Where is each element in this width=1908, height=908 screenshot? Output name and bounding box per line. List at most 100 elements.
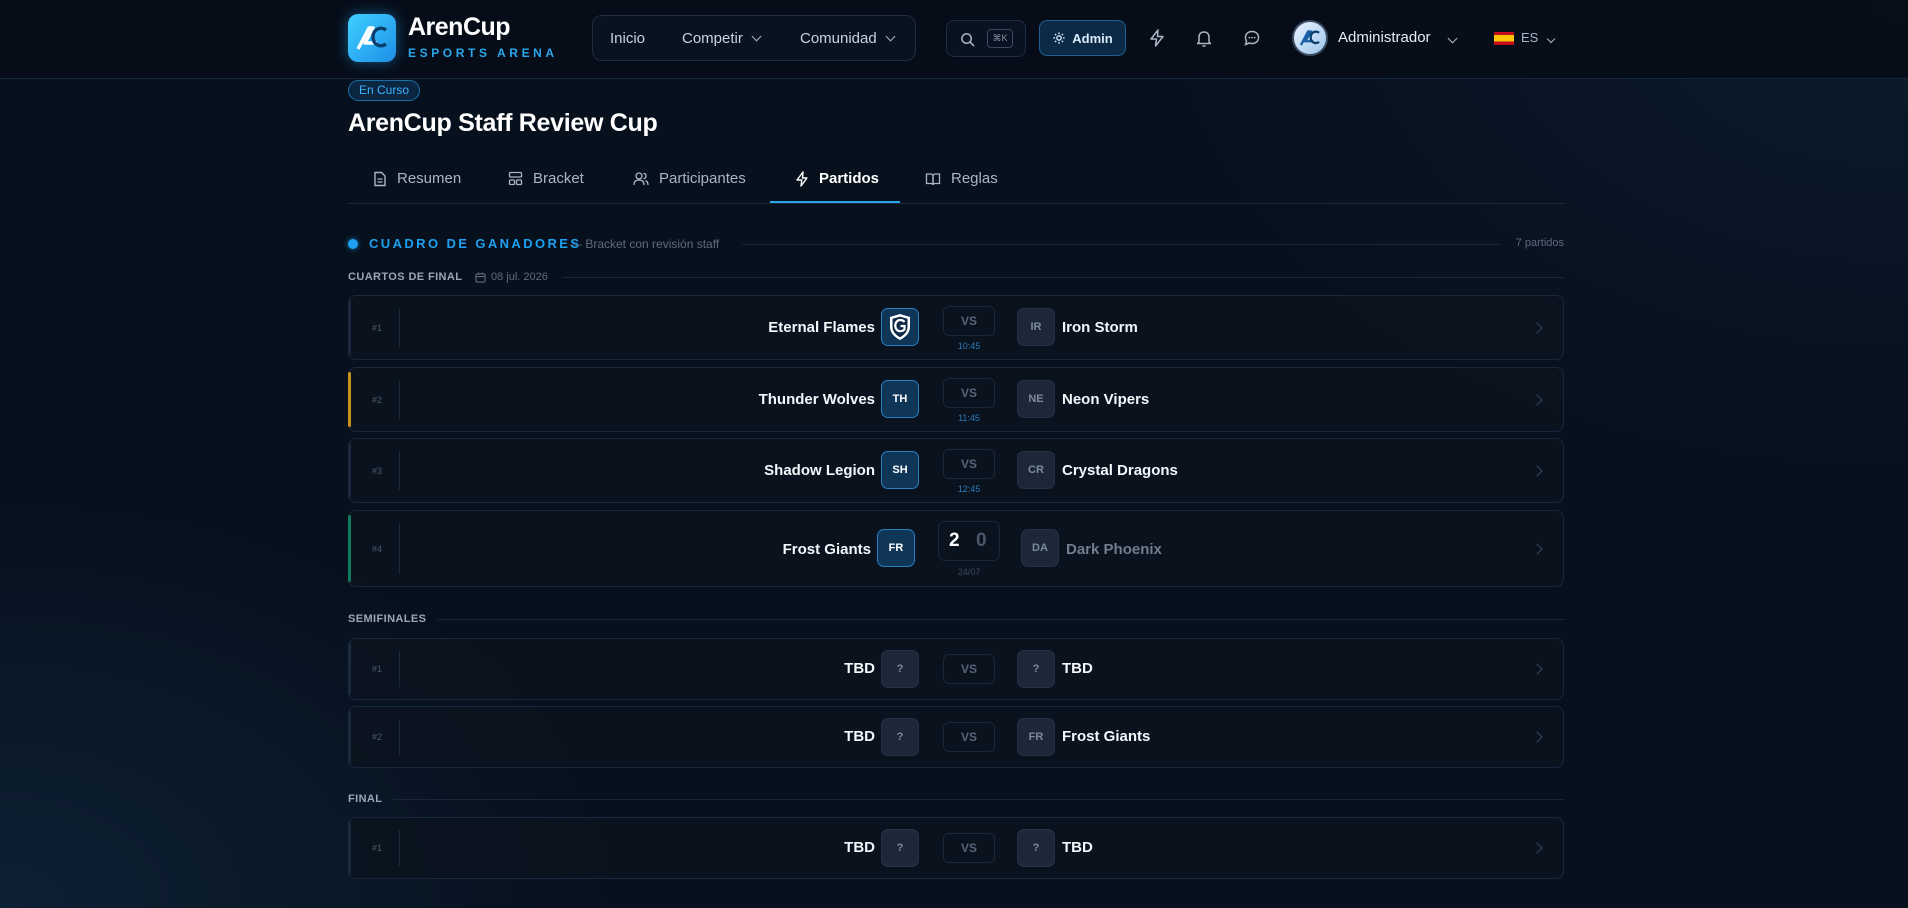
team-b-name: Neon Vipers <box>1062 391 1150 408</box>
language-selector[interactable]: ES <box>1521 30 1556 45</box>
match-card[interactable]: #2 Thunder Wolves TH VS 11:45 NE Neon Vi… <box>348 367 1564 432</box>
keyboard-shortcut: ⌘K <box>987 29 1013 48</box>
team-a-name: TBD <box>844 660 875 677</box>
chevron-down-icon <box>1447 33 1458 44</box>
nav-item-inicio[interactable]: Inicio <box>610 30 645 47</box>
tab-resumen[interactable]: Resumen <box>373 170 461 187</box>
team-b-name: TBD <box>1062 839 1093 856</box>
tab-partidos[interactable]: Partidos <box>795 170 879 187</box>
nav-item-label: Inicio <box>610 30 646 47</box>
nav-item-comunidad[interactable]: Comunidad <box>800 30 896 47</box>
users-icon <box>633 172 649 186</box>
divider <box>399 451 400 490</box>
match-card[interactable]: #2 TBD ? VS FR Frost Giants <box>348 706 1564 768</box>
team-b-badge: CR <box>1017 451 1055 489</box>
round-date: 08 jul. 2026 <box>475 271 548 283</box>
team-a-badge: ? <box>881 718 919 756</box>
match-card[interactable]: #1 TBD ? VS ? TBD <box>348 817 1564 879</box>
bracket-icon <box>508 171 523 186</box>
round-title: FINAL <box>348 793 383 805</box>
match-time: 10:45 <box>957 341 981 351</box>
language-code: ES <box>1521 30 1539 45</box>
section-indicator-dot <box>348 239 358 249</box>
bolt-icon[interactable] <box>1147 28 1167 48</box>
nav-item-competir[interactable]: Competir <box>682 30 762 47</box>
admin-button[interactable]: Admin <box>1039 20 1126 56</box>
round-divider <box>562 277 1564 278</box>
user-menu[interactable]: Administrador <box>1338 29 1458 46</box>
chat-icon[interactable] <box>1242 28 1262 48</box>
chevron-right-icon[interactable] <box>1531 394 1543 406</box>
team-a-name: TBD <box>844 839 875 856</box>
match-accent <box>348 822 351 874</box>
team-a-name: TBD <box>844 728 875 745</box>
chevron-right-icon[interactable] <box>1531 663 1543 675</box>
match-number: #1 <box>372 664 383 674</box>
document-icon <box>374 171 386 186</box>
arencup-logo-icon <box>1299 30 1320 46</box>
team-a-logo <box>881 308 919 346</box>
app-logo[interactable] <box>348 14 396 62</box>
chevron-right-icon[interactable] <box>1531 543 1543 555</box>
vs-label: VS <box>943 833 995 863</box>
round-divider <box>393 799 1564 800</box>
chevron-right-icon[interactable] <box>1531 731 1543 743</box>
arencup-logo-icon <box>356 26 388 50</box>
chevron-down-icon <box>885 31 896 42</box>
match-count: 7 partidos <box>1515 237 1564 249</box>
team-a-name: Thunder Wolves <box>758 391 875 408</box>
tab-bracket[interactable]: Bracket <box>508 170 584 187</box>
status-badge: En Curso <box>348 80 421 101</box>
active-tab-indicator <box>770 201 900 203</box>
tab-label: Participantes <box>659 170 746 187</box>
divider <box>399 308 400 347</box>
team-b-name: TBD <box>1062 660 1093 677</box>
admin-button-label: Admin <box>1072 30 1113 46</box>
team-a-badge: ? <box>881 650 919 688</box>
team-b-badge: DA <box>1021 529 1059 567</box>
round-date-text: 08 jul. 2026 <box>491 271 548 283</box>
team-b-name: Iron Storm <box>1062 319 1138 336</box>
vs-label: VS <box>943 722 995 752</box>
nav-item-label: Comunidad <box>800 30 877 47</box>
tab-participantes[interactable]: Participantes <box>633 170 746 187</box>
match-number: #1 <box>372 843 383 853</box>
match-accent <box>348 300 351 355</box>
tab-reglas[interactable]: Reglas <box>925 170 998 187</box>
match-number: #3 <box>372 466 383 476</box>
vs-label: VS <box>943 449 995 479</box>
match-card[interactable]: #3 Shadow Legion SH VS 12:45 CR Crystal … <box>348 438 1564 503</box>
nav-item-label: Competir <box>682 30 743 47</box>
chevron-right-icon[interactable] <box>1531 322 1543 334</box>
tab-label: Resumen <box>397 170 462 187</box>
top-header: ArenCup ESPORTS ARENA Inicio Competir Co… <box>0 0 1908 79</box>
chevron-down-icon <box>1546 34 1556 44</box>
app-name[interactable]: ArenCup <box>408 13 511 42</box>
tab-label: Bracket <box>533 170 584 187</box>
search-button[interactable]: ⌘K <box>946 20 1026 57</box>
team-b-name: Crystal Dragons <box>1062 462 1178 479</box>
bell-icon[interactable] <box>1194 28 1214 48</box>
match-number: #2 <box>372 395 383 405</box>
section-subtitle: — Bracket con revisión staff <box>570 237 720 251</box>
match-time: 12:45 <box>957 484 981 494</box>
match-card[interactable]: #1 TBD ? VS ? TBD <box>348 638 1564 700</box>
match-card[interactable]: #4 Frost Giants FR 2 0 24/07 DA Dark Pho… <box>348 510 1564 587</box>
team-a-name: Shadow Legion <box>764 462 875 479</box>
match-card[interactable]: #1 Eternal Flames VS 10:45 IR Iron Storm <box>348 295 1564 360</box>
spain-flag-icon[interactable] <box>1494 32 1514 45</box>
round-divider <box>437 619 1564 620</box>
team-a-badge: ? <box>881 829 919 867</box>
round-title: SEMIFINALES <box>348 613 427 625</box>
round-title: CUARTOS DE FINAL <box>348 271 463 283</box>
match-accent <box>348 643 351 695</box>
team-b-badge: FR <box>1017 718 1055 756</box>
user-avatar[interactable] <box>1292 20 1328 56</box>
score-team-a: 2 <box>949 530 960 551</box>
search-icon <box>961 33 975 47</box>
score-team-b: 0 <box>976 530 987 551</box>
chevron-right-icon[interactable] <box>1531 465 1543 477</box>
chevron-right-icon[interactable] <box>1531 842 1543 854</box>
tab-label: Reglas <box>951 170 998 187</box>
shield-logo-icon <box>890 314 910 340</box>
